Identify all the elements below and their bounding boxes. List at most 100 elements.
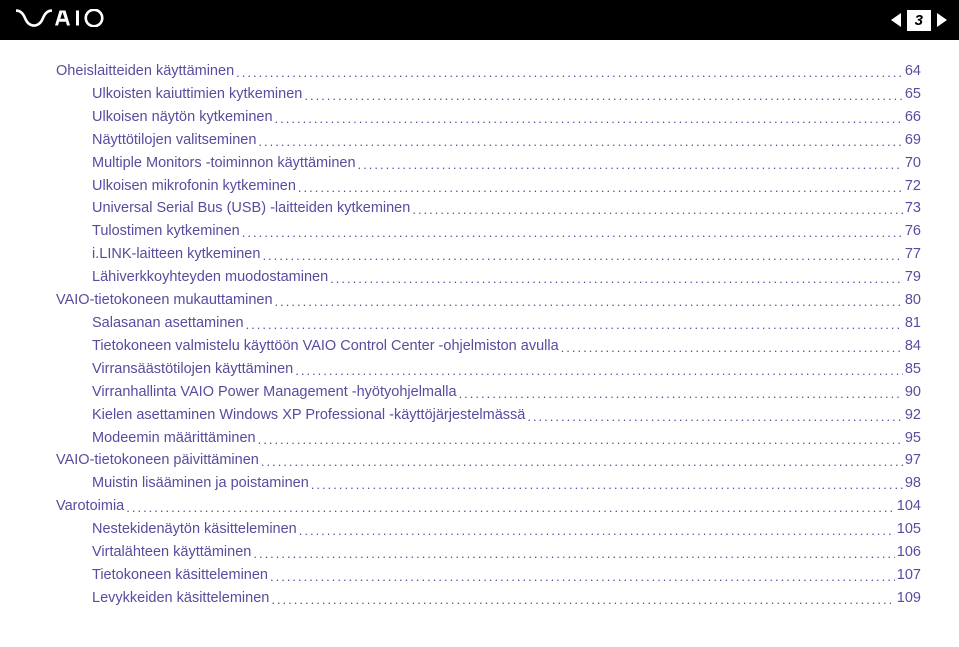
toc-leader-dots: [304, 83, 903, 106]
toc-page-number: 98: [905, 472, 921, 495]
toc-leader-dots: [246, 312, 903, 335]
toc-title: Universal Serial Bus (USB) -laitteiden k…: [92, 197, 410, 220]
toc-leader-dots: [236, 60, 903, 83]
toc-entry[interactable]: Ulkoisen mikrofonin kytkeminen 72: [38, 175, 921, 198]
toc-title: Virransäästötilojen käyttäminen: [92, 358, 293, 381]
toc-entry[interactable]: Nestekidenäytön käsitteleminen 105: [38, 518, 921, 541]
toc-title: Virranhallinta VAIO Power Management -hy…: [92, 381, 457, 404]
toc-leader-dots: [299, 518, 895, 541]
toc-leader-dots: [271, 587, 894, 610]
toc-leader-dots: [242, 220, 903, 243]
toc-entry[interactable]: VAIO-tietokoneen mukauttaminen80: [38, 289, 921, 312]
toc-leader-dots: [262, 243, 902, 266]
toc-entry[interactable]: Modeemin määrittäminen 95: [38, 427, 921, 450]
toc-entry[interactable]: Virransäästötilojen käyttäminen 85: [38, 358, 921, 381]
toc-page-number: 73: [905, 197, 921, 220]
toc-title: Muistin lisääminen ja poistaminen: [92, 472, 309, 495]
toc-entry[interactable]: i.LINK-laitteen kytkeminen 77: [38, 243, 921, 266]
toc-entry[interactable]: Universal Serial Bus (USB) -laitteiden k…: [38, 197, 921, 220]
toc-leader-dots: [358, 152, 903, 175]
toc-title: Oheislaitteiden käyttäminen: [56, 60, 234, 83]
toc-title: Tietokoneen käsitteleminen: [92, 564, 268, 587]
toc-page-number: 84: [905, 335, 921, 358]
toc-leader-dots: [261, 449, 903, 472]
toc-entry[interactable]: Virtalähteen käyttäminen 106: [38, 541, 921, 564]
toc-entry[interactable]: Tietokoneen valmistelu käyttöön VAIO Con…: [38, 335, 921, 358]
toc-leader-dots: [270, 564, 895, 587]
toc-entry[interactable]: Kielen asettaminen Windows XP Profession…: [38, 404, 921, 427]
toc-leader-dots: [275, 106, 903, 129]
toc-page-number: 69: [905, 129, 921, 152]
toc-page-number: 90: [905, 381, 921, 404]
toc-leader-dots: [295, 358, 903, 381]
toc-leader-dots: [330, 266, 903, 289]
toc-title: Ulkoisen näytön kytkeminen: [92, 106, 273, 129]
toc-page-number: 65: [905, 83, 921, 106]
toc-entry[interactable]: Oheislaitteiden käyttäminen 64: [38, 60, 921, 83]
toc-entry[interactable]: Tietokoneen käsitteleminen 107: [38, 564, 921, 587]
toc-title: i.LINK-laitteen kytkeminen: [92, 243, 260, 266]
toc-leader-dots: [298, 175, 903, 198]
toc-page-number: 79: [905, 266, 921, 289]
page-navigation: 3: [891, 10, 947, 31]
toc-leader-dots: [126, 495, 895, 518]
toc-leader-dots: [275, 289, 903, 312]
toc-entry[interactable]: Multiple Monitors -toiminnon käyttäminen…: [38, 152, 921, 175]
toc-entry[interactable]: Salasanan asettaminen 81: [38, 312, 921, 335]
toc-page-number: 66: [905, 106, 921, 129]
toc-title: Multiple Monitors -toiminnon käyttäminen: [92, 152, 356, 175]
toc-entry[interactable]: Ulkoisten kaiuttimien kytkeminen 65: [38, 83, 921, 106]
toc-entry[interactable]: Virranhallinta VAIO Power Management -hy…: [38, 381, 921, 404]
toc-title: Tulostimen kytkeminen: [92, 220, 240, 243]
toc-leader-dots: [527, 404, 903, 427]
table-of-contents: Oheislaitteiden käyttäminen64Ulkoisten k…: [0, 40, 959, 610]
toc-title: VAIO-tietokoneen päivittäminen: [56, 449, 259, 472]
toc-title: Kielen asettaminen Windows XP Profession…: [92, 404, 525, 427]
toc-entry[interactable]: Ulkoisen näytön kytkeminen 66: [38, 106, 921, 129]
next-page-icon[interactable]: [937, 13, 947, 27]
toc-page-number: 76: [905, 220, 921, 243]
toc-page-number: 95: [905, 427, 921, 450]
page-number: 3: [907, 10, 931, 31]
toc-title: Virtalähteen käyttäminen: [92, 541, 251, 564]
toc-page-number: 85: [905, 358, 921, 381]
toc-entry[interactable]: Tulostimen kytkeminen 76: [38, 220, 921, 243]
toc-title: Levykkeiden käsitteleminen: [92, 587, 269, 610]
toc-leader-dots: [561, 335, 903, 358]
toc-leader-dots: [311, 472, 903, 495]
toc-entry[interactable]: Varotoimia 104: [38, 495, 921, 518]
toc-page-number: 81: [905, 312, 921, 335]
toc-page-number: 107: [897, 564, 921, 587]
toc-page-number: 106: [897, 541, 921, 564]
toc-title: Varotoimia: [56, 495, 124, 518]
toc-page-number: 109: [897, 587, 921, 610]
toc-leader-dots: [258, 129, 902, 152]
toc-title: Näyttötilojen valitseminen: [92, 129, 256, 152]
toc-title: Ulkoisten kaiuttimien kytkeminen: [92, 83, 302, 106]
toc-page-number: 77: [905, 243, 921, 266]
toc-leader-dots: [253, 541, 894, 564]
toc-page-number: 104: [897, 495, 921, 518]
toc-leader-dots: [459, 381, 903, 404]
toc-leader-dots: [412, 197, 903, 220]
toc-entry[interactable]: Lähiverkkoyhteyden muodostaminen 79: [38, 266, 921, 289]
toc-title: Tietokoneen valmistelu käyttöön VAIO Con…: [92, 335, 559, 358]
toc-page-number: 72: [905, 175, 921, 198]
toc-entry[interactable]: Näyttötilojen valitseminen 69: [38, 129, 921, 152]
toc-page-number: 64: [905, 60, 921, 83]
toc-entry[interactable]: VAIO-tietokoneen päivittäminen 97: [38, 449, 921, 472]
toc-page-number: 70: [905, 152, 921, 175]
prev-page-icon[interactable]: [891, 13, 901, 27]
toc-entry[interactable]: Muistin lisääminen ja poistaminen 98: [38, 472, 921, 495]
toc-title: Lähiverkkoyhteyden muodostaminen: [92, 266, 328, 289]
toc-page-number: 105: [897, 518, 921, 541]
toc-entry[interactable]: Levykkeiden käsitteleminen 109: [38, 587, 921, 610]
toc-leader-dots: [258, 427, 903, 450]
toc-title: Salasanan asettaminen: [92, 312, 244, 335]
toc-title: Modeemin määrittäminen: [92, 427, 256, 450]
toc-title: Nestekidenäytön käsitteleminen: [92, 518, 297, 541]
toc-title: Ulkoisen mikrofonin kytkeminen: [92, 175, 296, 198]
toc-page-number: 97: [905, 449, 921, 472]
toc-page-number: 80: [905, 289, 921, 312]
toc-page-number: 92: [905, 404, 921, 427]
